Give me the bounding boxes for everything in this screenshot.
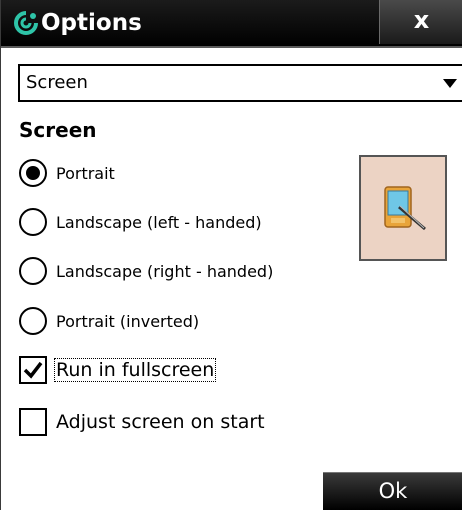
adjust-screen-label: Adjust screen on start [56,411,265,433]
radio-button-portrait-inverted[interactable] [19,307,47,335]
close-button[interactable]: x [379,0,462,44]
category-dropdown[interactable]: Screen [18,64,462,102]
dropdown-selected-value: Screen [26,72,88,93]
radio-label-landscape-left: Landscape (left - handed) [56,212,262,232]
title-bar: Options x [1,0,462,48]
chevron-down-icon[interactable] [443,79,457,88]
adjust-screen-option[interactable]: Adjust screen on start [19,406,266,438]
window-title: Options [41,10,142,36]
fullscreen-checkbox[interactable] [19,356,47,384]
radio-portrait[interactable]: Portrait [19,157,115,189]
checkmark-icon [23,361,43,379]
radio-label-landscape-right: Landscape (right - handed) [56,261,274,281]
options-window: Options x Screen Screen Portrait Landsca… [0,0,462,510]
radio-button-portrait[interactable] [19,159,47,187]
radio-button-landscape-left[interactable] [19,208,47,236]
adjust-screen-checkbox[interactable] [19,408,47,436]
fullscreen-option[interactable]: Run in fullscreen [19,354,217,386]
ok-button[interactable]: Ok [323,472,462,510]
fullscreen-label: Run in fullscreen [53,358,217,382]
section-heading: Screen [19,118,97,142]
radio-label-portrait-inverted: Portrait (inverted) [56,311,200,331]
radio-label-portrait: Portrait [56,163,115,183]
screen-orientation-preview [359,155,447,261]
radio-landscape-left[interactable]: Landscape (left - handed) [19,206,262,238]
radio-portrait-inverted[interactable]: Portrait (inverted) [19,305,199,337]
radio-landscape-right[interactable]: Landscape (right - handed) [19,255,273,287]
radio-button-landscape-right[interactable] [19,257,47,285]
app-logo-icon [13,10,39,36]
pda-stylus-icon [384,186,426,231]
